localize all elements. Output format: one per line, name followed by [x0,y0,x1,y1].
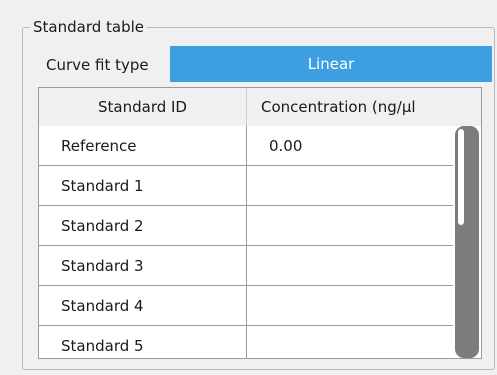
concentration-cell[interactable] [247,166,453,205]
standard-id-cell[interactable]: Standard 5 [39,326,247,358]
concentration-cell[interactable]: 0.00 [247,126,453,165]
standard-table: Standard ID Concentration (ng/µl Referen… [38,87,482,359]
standard-id-cell[interactable]: Standard 4 [39,286,247,325]
standard-id-cell[interactable]: Standard 2 [39,206,247,245]
curve-fit-type-label: Curve fit type [46,56,149,74]
scrollbar-track[interactable] [455,126,479,358]
table-row[interactable]: Standard 4 [39,286,453,326]
concentration-cell[interactable] [247,326,453,358]
table-header: Standard ID Concentration (ng/µl [39,88,481,126]
concentration-cell[interactable] [247,246,453,285]
column-header-concentration[interactable]: Concentration (ng/µl [247,88,481,126]
table-row[interactable]: Standard 1 [39,166,453,206]
concentration-cell[interactable] [247,286,453,325]
scrollbar-thumb[interactable] [457,128,465,226]
table-row[interactable]: Standard 2 [39,206,453,246]
table-row[interactable]: Reference 0.00 [39,126,453,166]
standard-table-panel: Standard table Curve fit type Linear Sta… [0,0,497,375]
standard-id-cell[interactable]: Standard 1 [39,166,247,205]
standard-id-cell[interactable]: Reference [39,126,247,165]
column-header-standard-id[interactable]: Standard ID [39,88,247,126]
curve-fit-type-dropdown[interactable]: Linear [170,46,492,82]
standard-id-cell[interactable]: Standard 3 [39,246,247,285]
curve-fit-type-value: Linear [307,55,355,73]
group-box-title: Standard table [30,17,147,37]
table-row[interactable]: Standard 3 [39,246,453,286]
table-body: Reference 0.00 Standard 1 Standard 2 Sta… [39,126,453,358]
concentration-cell[interactable] [247,206,453,245]
vertical-scrollbar[interactable] [455,126,481,358]
table-row[interactable]: Standard 5 [39,326,453,358]
